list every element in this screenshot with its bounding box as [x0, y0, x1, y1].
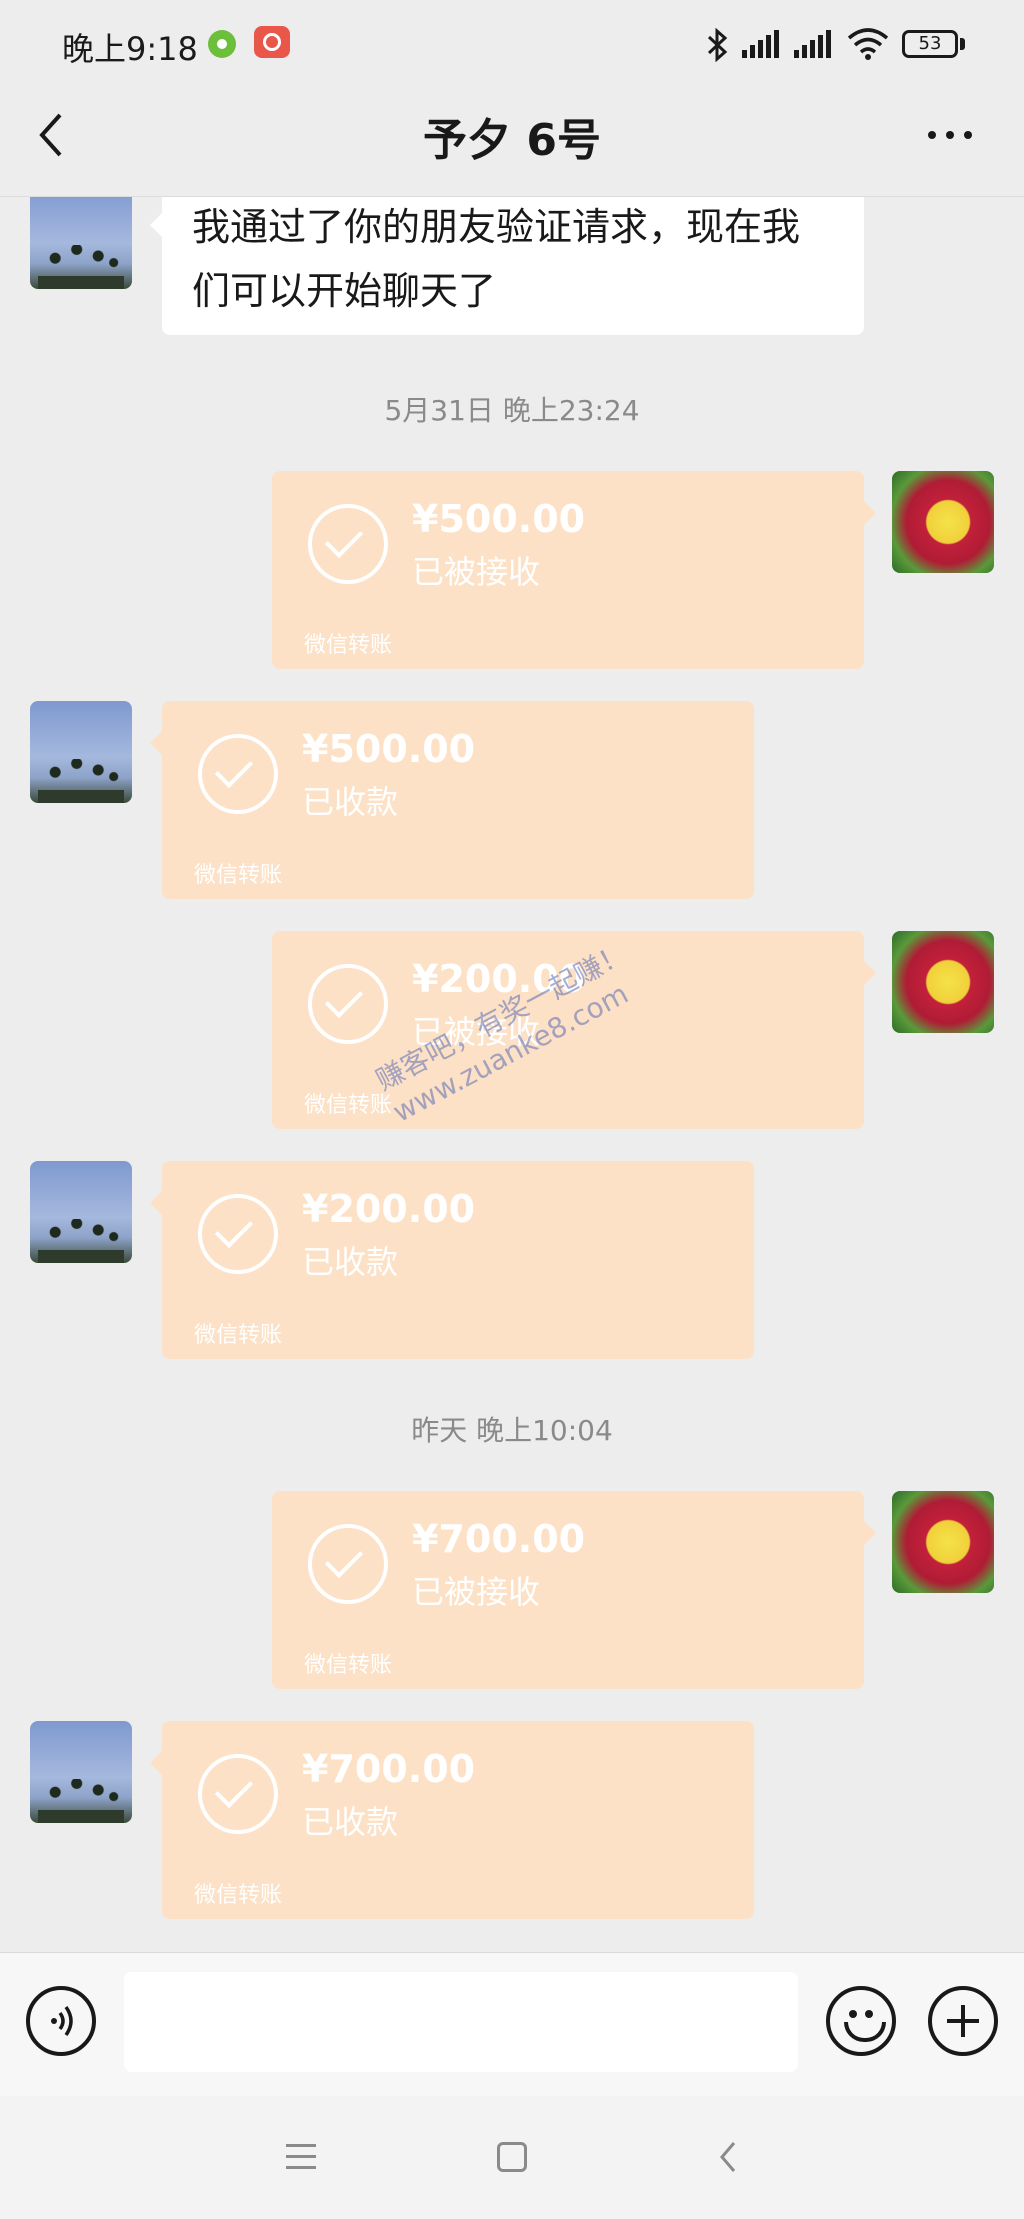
transfer-status: 已收款	[302, 783, 399, 821]
my-avatar[interactable]	[892, 471, 994, 573]
timestamp: 5月31日 晚上23:24	[384, 394, 640, 427]
transfer-amount: ¥700.00	[302, 1747, 476, 1791]
check-circle-icon	[198, 734, 278, 814]
transfer-amount: ¥500.00	[302, 727, 476, 771]
transfer-bubble[interactable]: ¥500.00 已收款 微信转账	[150, 701, 754, 899]
transfer-footer: 微信转账	[304, 1653, 393, 1678]
emoji-eye	[865, 2010, 873, 2018]
check-circle-icon	[198, 1754, 278, 1834]
app-notification-icon	[208, 30, 236, 58]
voice-wave	[51, 2005, 73, 2037]
transfer-status: 已收款	[302, 1803, 399, 1841]
home-icon[interactable]	[497, 2142, 527, 2172]
check-circle-icon	[308, 1524, 388, 1604]
more-button[interactable]	[920, 120, 980, 150]
transfer-status: 已被接收	[412, 553, 541, 591]
my-avatar[interactable]	[892, 1491, 994, 1593]
app-notification-icon	[254, 26, 290, 58]
transfer-amount: ¥500.00	[412, 497, 586, 541]
dot	[964, 131, 972, 139]
bluetooth-icon	[707, 28, 728, 62]
transfer-amount: ¥700.00	[412, 1517, 586, 1561]
transfer-status: 已被接收	[412, 1573, 541, 1611]
transfer-footer: 微信转账	[304, 1093, 393, 1118]
wifi-icon	[847, 28, 889, 60]
back-icon[interactable]	[718, 2140, 738, 2174]
plus-icon[interactable]	[928, 1986, 998, 2056]
contact-avatar[interactable]	[30, 1721, 132, 1823]
battery-icon: 53	[902, 30, 958, 58]
message-text: 我通过了你的朋友验证请求，现在我们可以开始聊天了	[192, 205, 801, 313]
battery-tip	[960, 38, 965, 50]
transfer-bubble[interactable]: ¥700.00 已被接收 微信转账	[272, 1491, 876, 1689]
message-input[interactable]	[124, 1972, 798, 2072]
contact-avatar[interactable]	[30, 701, 132, 803]
contact-avatar[interactable]	[30, 197, 132, 289]
transfer-status: 已收款	[302, 1243, 399, 1281]
contact-avatar[interactable]	[30, 1161, 132, 1263]
transfer-bubble[interactable]: ¥200.00 已收款 微信转账	[150, 1161, 754, 1359]
text-message-bubble[interactable]: 我通过了你的朋友验证请求，现在我们可以开始聊天了	[150, 197, 864, 335]
transfer-bubble[interactable]: ¥700.00 已收款 微信转账	[150, 1721, 754, 1919]
check-circle-icon	[308, 504, 388, 584]
back-button[interactable]	[30, 105, 80, 165]
transfer-bubble[interactable]: ¥500.00 已被接收 微信转账	[272, 471, 876, 669]
menu-icon[interactable]	[286, 2144, 316, 2177]
transfer-footer: 微信转账	[304, 633, 393, 658]
emoji-icon[interactable]	[826, 1986, 896, 2056]
timestamp: 昨天 晚上10:04	[411, 1414, 613, 1447]
emoji-mouth	[844, 2022, 886, 2042]
check-circle-icon	[308, 964, 388, 1044]
transfer-footer: 微信转账	[194, 1323, 283, 1348]
emoji-eye	[849, 2010, 857, 2018]
voice-icon[interactable]	[26, 1986, 96, 2056]
chat-title: 予夕 6号	[423, 115, 601, 166]
transfer-footer: 微信转账	[194, 863, 283, 888]
check-circle-icon	[198, 1194, 278, 1274]
dot	[928, 131, 936, 139]
dot	[946, 131, 954, 139]
my-avatar[interactable]	[892, 931, 994, 1033]
chat-area[interactable]: 我通过了你的朋友验证请求，现在我们可以开始聊天了 5月31日 晚上23:24 ¥…	[0, 197, 1024, 1952]
transfer-amount: ¥200.00	[302, 1187, 476, 1231]
signal-icon	[794, 30, 831, 58]
transfer-footer: 微信转账	[194, 1883, 283, 1908]
status-time: 晚上9:18	[62, 30, 198, 68]
signal-icon	[742, 30, 779, 58]
